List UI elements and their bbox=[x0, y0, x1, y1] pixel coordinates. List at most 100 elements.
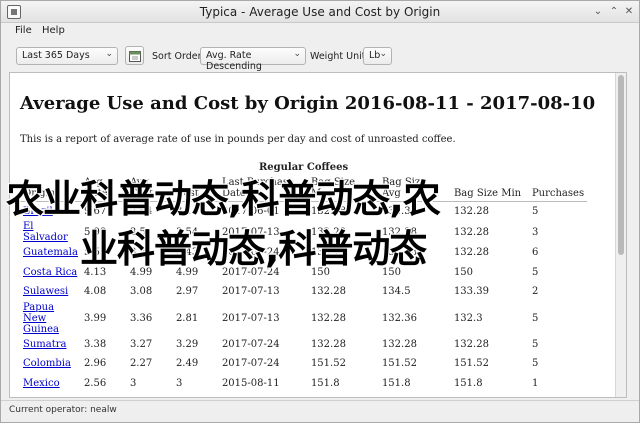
origin-link[interactable]: Sulawesi bbox=[20, 282, 81, 302]
weight-unit-label: Weight Unit: bbox=[310, 51, 369, 62]
table-cell: 5 bbox=[531, 312, 539, 324]
column-header: Avg Rate bbox=[80, 175, 127, 202]
table-row: Papua New Guinea 3.99 3.36 2.81 2017-07-… bbox=[20, 302, 587, 335]
table-cell: 3.38 bbox=[83, 338, 107, 350]
origin-link[interactable]: Mexico bbox=[20, 374, 81, 394]
report-title: Average Use and Cost by Origin 2016-08-1… bbox=[20, 93, 596, 114]
table-cell: 132.36 bbox=[381, 312, 417, 324]
column-header: Bag Size Max bbox=[307, 175, 379, 202]
app-window: Typica - Average Use and Cost by Origin … bbox=[0, 0, 640, 423]
table-cell: 3 bbox=[175, 377, 183, 389]
close-icon[interactable]: ✕ bbox=[623, 6, 635, 18]
table-cell: 151.8 bbox=[310, 377, 340, 389]
table-cell: 132.28 bbox=[310, 226, 346, 238]
table-row: Colombia 2.96 2.27 2.49 2017-07-24 151.5… bbox=[20, 354, 587, 374]
title-bar: Typica - Average Use and Cost by Origin … bbox=[1, 1, 639, 23]
table-row: Sulawesi 4.08 3.08 2.97 2017-07-13 132.2… bbox=[20, 282, 587, 302]
table-cell: 5 bbox=[531, 206, 539, 217]
origin-link[interactable]: Brazil bbox=[20, 202, 81, 222]
scrollbar-thumb[interactable] bbox=[618, 75, 624, 255]
chevron-down-icon: ⌄ bbox=[105, 49, 113, 59]
status-bar: Current operator: nealw bbox=[1, 400, 639, 422]
vertical-scrollbar[interactable] bbox=[615, 73, 626, 397]
status-text: Current operator: nealw bbox=[9, 405, 117, 415]
table-cell: 2.64 bbox=[129, 206, 153, 217]
chevron-down-icon: ⌄ bbox=[293, 49, 301, 59]
column-header: Bag Size Avg bbox=[378, 175, 451, 202]
chevron-down-icon: ⌄ bbox=[379, 49, 387, 59]
table-cell: 2.49 bbox=[175, 358, 199, 370]
origin-link[interactable]: Costa Rica bbox=[20, 263, 81, 283]
table-cell: 2 bbox=[531, 286, 539, 298]
menu-help[interactable]: Help bbox=[42, 25, 65, 36]
calendar-icon bbox=[129, 51, 141, 62]
table-cell: 132.28 bbox=[310, 206, 346, 217]
origin-link[interactable]: El Salvador bbox=[20, 221, 81, 243]
table-cell: 3.5 bbox=[129, 226, 146, 238]
menu-bar: File Help bbox=[1, 23, 639, 41]
maximize-icon[interactable]: ⌃ bbox=[608, 6, 620, 18]
report-table: Regular Coffees Origin Avg Rate Avg Cost… bbox=[20, 162, 588, 394]
table-cell: 5 bbox=[531, 358, 539, 370]
table-cell: 151.52 bbox=[453, 358, 489, 370]
table-cell: 132.28 bbox=[453, 226, 489, 238]
table-cell: 150 bbox=[381, 266, 402, 278]
table-cell: 5 bbox=[531, 338, 539, 350]
column-header: Origin bbox=[20, 175, 81, 202]
table-cell: 132.28 bbox=[381, 247, 417, 259]
table-cell: 3.36 bbox=[129, 312, 153, 324]
table-cell: 3.54 bbox=[175, 226, 199, 238]
table-cell: 134.5 bbox=[381, 286, 411, 298]
table-caption: Regular Coffees bbox=[258, 162, 349, 173]
table-cell: 151.52 bbox=[310, 358, 346, 370]
table-cell: 2.56 bbox=[83, 377, 107, 389]
table-cell: 133.39 bbox=[453, 286, 489, 298]
table-cell: 132.28 bbox=[310, 286, 346, 298]
table-cell: 151.8 bbox=[381, 377, 411, 389]
table-cell: 3.08 bbox=[129, 286, 153, 298]
table-row: Mexico 2.56 3 3 2015-08-11 151.8 151.8 1… bbox=[20, 374, 587, 394]
origin-link[interactable]: Guatemala bbox=[20, 243, 81, 263]
table-cell: 132.28 bbox=[381, 226, 417, 238]
menu-file[interactable]: File bbox=[15, 25, 32, 36]
table-cell: 2017-07-13 bbox=[221, 286, 280, 298]
table-cell: 2017-07-13 bbox=[221, 312, 280, 324]
table-row: Guatemala 5.5 3.24 3.43 2017-07-24 133.1… bbox=[20, 243, 587, 263]
table-cell: 4.13 bbox=[83, 266, 107, 278]
table-cell: 132.28 bbox=[453, 338, 489, 350]
table-cell: 3.27 bbox=[129, 338, 153, 350]
report-description: This is a report of average rate of use … bbox=[20, 134, 456, 145]
column-header: Cost bbox=[172, 175, 219, 202]
weight-unit-select[interactable]: Lb ⌄ bbox=[363, 47, 392, 65]
table-cell: 2.27 bbox=[129, 358, 153, 370]
table-cell: 1 bbox=[531, 377, 539, 389]
table-cell: 150 bbox=[453, 266, 474, 278]
window-title: Typica - Average Use and Cost by Origin bbox=[199, 5, 441, 19]
table-row: El Salvador 5.98 3.5 3.54 2017-07-13 132… bbox=[20, 221, 587, 243]
table-cell: 132.28 bbox=[453, 247, 489, 259]
minimize-icon[interactable]: ⌄ bbox=[592, 6, 604, 18]
origin-link[interactable]: Colombia bbox=[20, 354, 81, 374]
table-cell: 5.5 bbox=[83, 247, 100, 259]
table-cell: 132.28 bbox=[310, 312, 346, 324]
report-view[interactable]: Average Use and Cost by Origin 2016-08-1… bbox=[9, 72, 627, 398]
table-cell: 2017-07-13 bbox=[221, 226, 280, 238]
table-cell: 2015-08-11 bbox=[221, 377, 280, 389]
table-cell: 132.3 bbox=[453, 312, 483, 324]
origin-link[interactable]: Papua New Guinea bbox=[20, 302, 81, 335]
table-cell: 133.1 bbox=[310, 247, 340, 259]
table-cell: 3.1 bbox=[175, 206, 192, 217]
sort-order-select[interactable]: Avg. Rate Descending ⌄ bbox=[200, 47, 306, 72]
table-cell: 3.24 bbox=[129, 247, 153, 259]
table-row: Costa Rica 4.13 4.99 4.99 2017-07-24 150… bbox=[20, 263, 587, 283]
column-header: Avg Cost bbox=[126, 175, 173, 202]
origin-link[interactable]: Sumatra bbox=[20, 335, 81, 355]
date-range-select[interactable]: Last 365 Days ⌄ bbox=[16, 47, 118, 65]
table-cell: 151.8 bbox=[453, 377, 483, 389]
report-document: Average Use and Cost by Origin 2016-08-1… bbox=[10, 73, 616, 397]
table-cell: 2017-07-24 bbox=[221, 266, 280, 278]
table-cell: 4.99 bbox=[129, 266, 153, 278]
calendar-button[interactable] bbox=[125, 46, 144, 65]
table-cell: 5.98 bbox=[83, 226, 107, 238]
sort-order-value: Avg. Rate Descending bbox=[206, 50, 262, 72]
